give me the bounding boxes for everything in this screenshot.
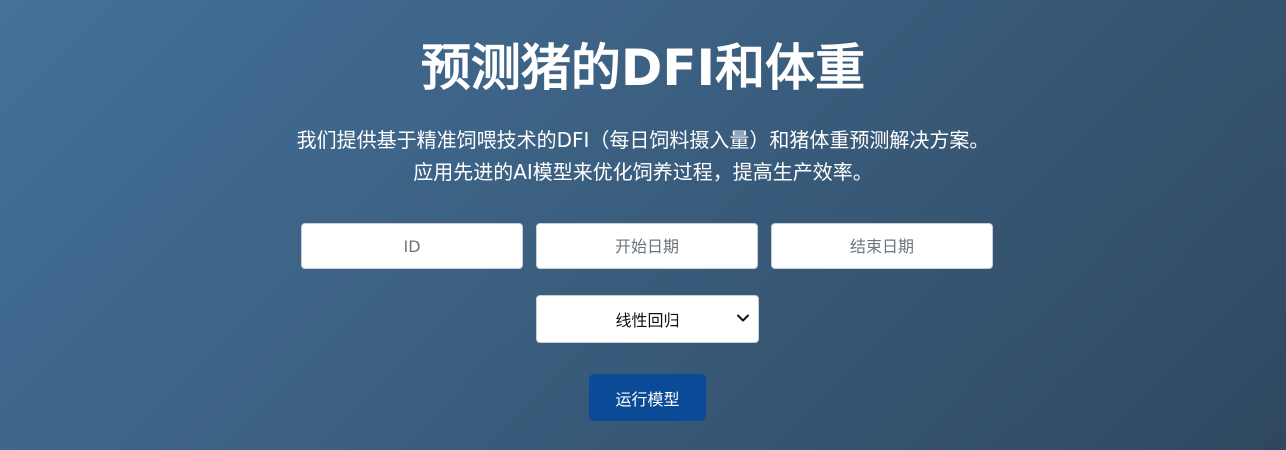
model-select-value: 线性回归: [615, 311, 680, 330]
page-title: 预测猪的DFI和体重: [420, 39, 866, 97]
start-date-input[interactable]: [536, 223, 758, 269]
subtitle-line-2: 应用先进的AI模型来优化饲养过程，提高生产效率。: [413, 160, 873, 184]
id-input[interactable]: [301, 223, 523, 269]
hero-section: 预测猪的DFI和体重 我们提供基于精准饲喂技术的DFI（每日饲料摄入量）和猪体重…: [0, 0, 1286, 450]
run-model-button[interactable]: 运行模型: [589, 374, 706, 421]
page-subtitle: 我们提供基于精准饲喂技术的DFI（每日饲料摄入量）和猪体重预测解决方案。 应用先…: [0, 124, 1286, 188]
end-date-input[interactable]: [771, 223, 993, 269]
model-select[interactable]: 线性回归: [536, 295, 759, 343]
subtitle-line-1: 我们提供基于精准饲喂技术的DFI（每日饲料摄入量）和猪体重预测解决方案。: [296, 128, 990, 152]
chevron-down-icon: [737, 314, 749, 322]
